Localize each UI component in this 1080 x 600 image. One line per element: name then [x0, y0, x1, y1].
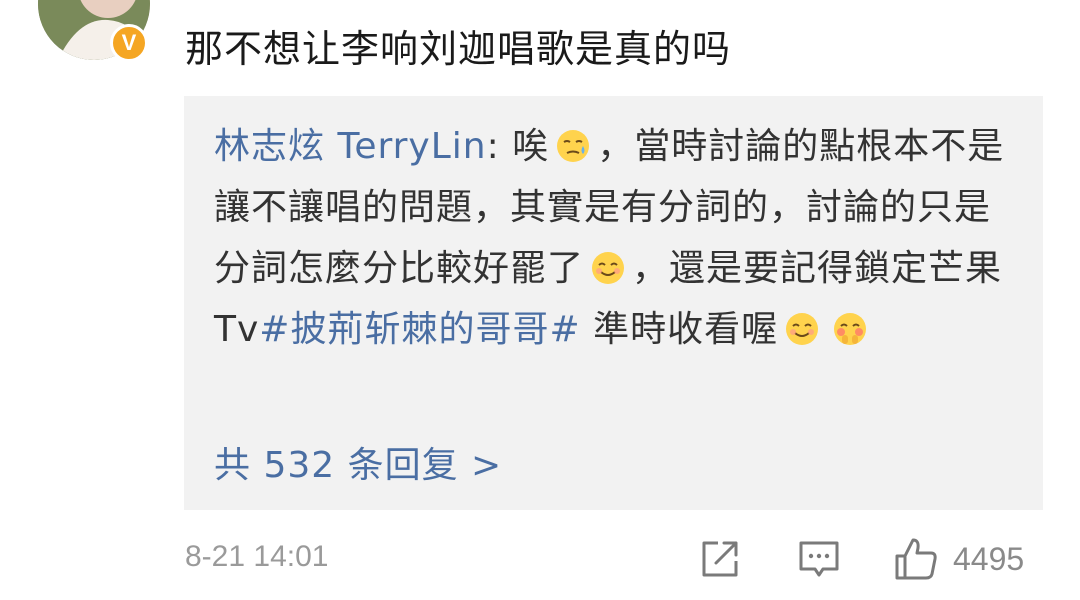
reply-preview[interactable]: 林志炫 TerryLin: 唉 ，當時討論的點根本不是讓不讓唱的問題，其實是有分… [184, 96, 1043, 510]
thumbs-up-icon [895, 538, 937, 580]
share-button[interactable] [698, 536, 742, 582]
share-icon [702, 541, 738, 577]
hashtag-link[interactable]: #披荊斩棘的哥哥# [259, 309, 580, 350]
sweat-emoji-icon [557, 130, 590, 162]
comment-timestamp: 8-21 14:01 [185, 540, 329, 573]
reply-content: 林志炫 TerryLin: 唉 ，當時討論的點根本不是讓不讓唱的問題，其實是有分… [214, 116, 1014, 360]
like-button[interactable]: 4495 [893, 536, 1024, 582]
verified-badge-icon: V [110, 24, 148, 62]
comment-icon [799, 541, 839, 577]
shy-emoji-icon [834, 313, 867, 345]
smile-emoji-icon [592, 252, 625, 284]
comment-item: V 那不想让李响刘迦唱歌是真的吗 林志炫 TerryLin: 唉 ，當時討論的點… [0, 0, 1080, 600]
like-count: 4495 [953, 540, 1025, 577]
reply-separator: : [486, 126, 513, 167]
more-replies-link[interactable]: 共 532 条回复 > [214, 436, 502, 488]
smile-emoji-icon [786, 313, 819, 345]
comment-text: 那不想让李响刘迦唱歌是真的吗 [185, 27, 732, 71]
user-avatar[interactable]: V [38, 0, 150, 62]
reply-text-part: 唉 [512, 126, 550, 167]
reply-author[interactable]: 林志炫 TerryLin [214, 126, 487, 167]
reply-button[interactable] [797, 536, 841, 582]
reply-text-part: 準時收看喔 [580, 309, 779, 350]
